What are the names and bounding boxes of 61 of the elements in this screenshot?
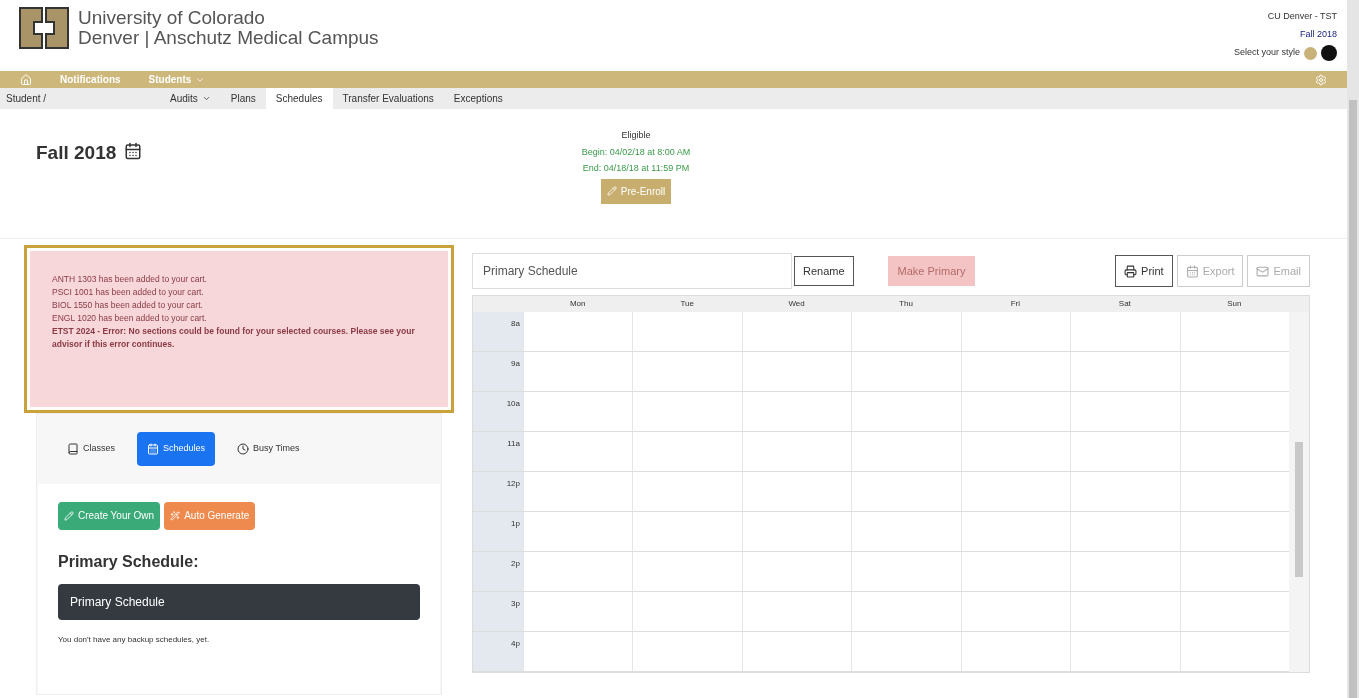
user-name: CU Denver - TST [1267,10,1337,23]
book-icon [67,442,79,455]
calendar-icon [1185,264,1199,278]
nav-tab[interactable]: Plans [220,88,266,109]
time-label: 9a [473,352,523,391]
time-label: 3p [473,592,523,631]
day-header: Sat [1117,298,1132,310]
day-header: Fri [1009,298,1022,310]
print-button[interactable]: Print [1115,255,1173,287]
alert-message: ANTH 1303 has been added to your cart. [52,273,208,286]
backup-note: You don't have any backup schedules, yet. [58,633,211,646]
time-label: 11a [473,432,523,471]
nav-tab[interactable]: Transfer Evaluations [332,88,444,109]
style-swatch[interactable] [1321,45,1337,61]
schedule-name-field[interactable]: Primary Schedule [472,253,792,289]
eligibility-status: Eligible [621,129,651,142]
printer-icon [1124,264,1138,278]
day-header: Thu [898,298,914,310]
calendar-icon [124,142,143,160]
university-name: University of Colorado [78,8,266,28]
term-title: Fall 2018 [36,141,117,165]
time-label: 2p [473,552,523,591]
pencil-icon [606,186,617,196]
university-logo-icon [18,6,70,50]
day-header: Tue [679,298,695,310]
day-header: Wed [787,298,806,310]
alert-message: ETST 2024 - Error: No sections could be found for your selected courses. Please see your advisor if this error continues. [52,325,416,351]
rename-button[interactable]: Rename [794,256,854,286]
schedule-item[interactable]: Primary Schedule [58,583,420,620]
wand-icon [170,510,181,521]
time-label: 8a [473,312,523,351]
nav-tab[interactable]: Schedules [265,88,333,109]
section-heading: Primary Schedule: [58,551,200,572]
time-label: 10a [473,392,523,431]
end-date: End: 04/18/18 at 11:59 PM [582,162,690,175]
alert-message: BIOL 1550 has been added to your cart. [52,299,204,312]
panel-tab[interactable]: Busy Times [227,432,310,466]
panel-tab[interactable]: Schedules [137,432,216,466]
term-label: Fall 2018 [1299,27,1337,41]
calendar-icon [147,442,159,455]
alert-message: PSCI 1001 has been added to your cart. [52,286,205,299]
clock-icon [237,442,250,455]
envelope-icon [1256,264,1270,278]
time-label: 4p [473,632,523,671]
day-header: Sun [1226,298,1243,310]
nav-tab[interactable]: Audits [160,88,221,109]
style-swatch[interactable] [1304,46,1317,60]
panel-tab[interactable]: Classes [57,432,125,466]
campus-name: Denver | Anschutz Medical Campus [78,28,379,48]
nav-tab[interactable]: Exceptions [443,88,513,109]
day-header: Mon [568,298,587,310]
style-label: Select your style [1233,46,1300,60]
settings-icon[interactable] [1315,73,1327,86]
breadcrumb: Student / [5,92,48,106]
home-icon[interactable] [20,73,32,86]
caret-icon [201,94,211,103]
time-label: 1p [473,512,523,551]
begin-date: Begin: 04/02/18 at 8:00 AM [581,145,691,159]
time-label: 12p [473,472,523,511]
pencil-icon [64,510,74,521]
alert-message: ENGL 1020 has been added to your cart. [52,312,208,325]
